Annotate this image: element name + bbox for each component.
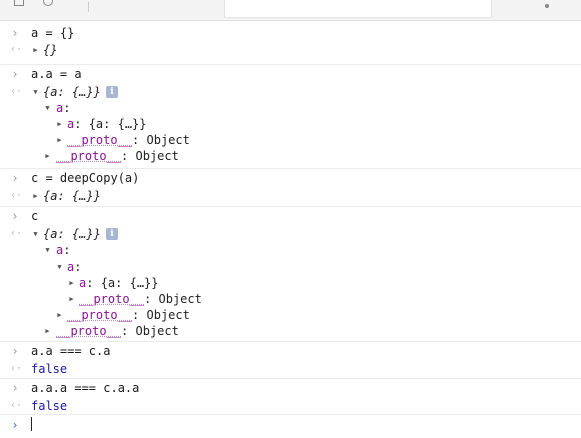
input-prompt-icon: › — [11, 171, 19, 185]
console-input-entry: › c = deepCopy(a) — [0, 168, 581, 186]
tree-node[interactable]: ▼ a: — [0, 100, 581, 116]
expand-arrow-icon[interactable]: ▶ — [67, 275, 76, 291]
clear-console-icon[interactable] — [43, 0, 53, 6]
boolean-result: false — [31, 362, 68, 376]
property-separator: : — [74, 260, 82, 274]
expand-arrow-icon[interactable]: ▶ — [55, 132, 64, 148]
tree-node[interactable]: ▼ a: — [0, 242, 581, 258]
console-input-entry: › c — [0, 206, 581, 224]
input-code: a.a.a === c.a.a — [31, 381, 140, 395]
expand-arrow-icon[interactable]: ▶ — [31, 42, 40, 58]
proto-key: __proto__ — [56, 149, 122, 163]
input-prompt-icon: › — [11, 67, 19, 81]
expand-arrow-icon[interactable]: ▶ — [67, 291, 76, 307]
proto-key: __proto__ — [67, 133, 133, 147]
console-input-entry: › a.a === c.a — [0, 341, 581, 359]
expand-arrow-icon[interactable]: ▶ — [43, 148, 52, 164]
console-prompt[interactable]: › — [0, 414, 581, 438]
collapse-arrow-icon[interactable]: ▼ — [31, 226, 40, 242]
proto-key: __proto__ — [56, 324, 122, 338]
console-toolbar — [0, 0, 581, 21]
filter-input[interactable] — [224, 0, 492, 18]
property-value: Object — [139, 308, 190, 322]
input-prompt-icon: › — [11, 381, 19, 395]
input-code: a.a = a — [31, 67, 82, 81]
console-input-entry: › a.a = a — [0, 64, 581, 82]
info-icon[interactable]: i — [106, 86, 118, 98]
input-prompt-icon: › — [11, 26, 19, 40]
tree-node[interactable]: ▶ __proto__: Object — [0, 307, 581, 323]
tree-node[interactable]: ▶ __proto__: Object — [0, 323, 581, 339]
tree-node[interactable]: ▶ __proto__: Object — [0, 148, 581, 164]
object-preview[interactable]: {a: {…}} — [43, 84, 101, 100]
result-marker-icon: ‹· — [10, 363, 23, 374]
toolbar-divider — [88, 2, 89, 12]
console-result-entry: ‹· ▶ {} — [0, 41, 581, 60]
tree-node[interactable]: ▶ a: {a: {…}} — [0, 275, 581, 291]
tree-node[interactable]: ▶ a: {a: {…}} — [0, 116, 581, 132]
console-input-entry: › a = {} — [0, 24, 581, 41]
expand-arrow-icon[interactable]: ▶ — [55, 116, 64, 132]
tree-node[interactable]: ▶ __proto__: Object — [0, 291, 581, 307]
console-result-entry: ‹· ▼ {a: {…}} i ▼ a: ▼ a: ▶ a: {a: {…}} … — [0, 224, 581, 341]
property-value: {a: {…}} — [93, 276, 159, 290]
input-prompt-icon: › — [11, 344, 19, 358]
proto-key: __proto__ — [79, 292, 145, 306]
property-value: Object — [151, 292, 202, 306]
input-code: c — [31, 209, 39, 223]
collapse-arrow-icon[interactable]: ▼ — [43, 100, 52, 116]
input-code: c = deepCopy(a) — [31, 171, 140, 185]
property-value: {a: {…}} — [81, 117, 147, 131]
expand-arrow-icon[interactable]: ▶ — [43, 323, 52, 339]
property-value: Object — [128, 324, 179, 338]
tree-node[interactable]: ▼ a: — [0, 259, 581, 275]
property-value: Object — [139, 133, 190, 147]
result-marker-icon: ‹· — [10, 228, 23, 239]
result-marker-icon: ‹· — [10, 86, 23, 97]
info-icon[interactable]: i — [106, 228, 118, 240]
input-prompt-icon: › — [11, 209, 19, 223]
collapse-arrow-icon[interactable]: ▼ — [43, 242, 52, 258]
result-marker-icon: ‹· — [10, 190, 23, 201]
object-preview[interactable]: {} — [43, 42, 57, 58]
input-code: a.a === c.a — [31, 344, 111, 358]
console-result-entry: ‹· ▼ {a: {…}} i ▼ a: ▶ a: {a: {…}} ▶ __p… — [0, 82, 581, 168]
input-code: a = {} — [31, 26, 75, 40]
collapse-arrow-icon[interactable]: ▼ — [31, 84, 40, 100]
input-prompt-icon: › — [11, 418, 19, 432]
result-marker-icon: ‹· — [10, 400, 23, 411]
collapse-arrow-icon[interactable]: ▼ — [55, 259, 64, 275]
result-marker-icon: ‹· — [10, 44, 23, 55]
property-value: Object — [128, 149, 179, 163]
object-preview[interactable]: {a: {…}} — [43, 188, 101, 204]
console-result-entry: ‹· ▶ {a: {…}} — [0, 186, 581, 206]
panel-icon[interactable] — [14, 0, 24, 6]
console-result-entry: ‹· false — [0, 359, 581, 378]
expand-arrow-icon[interactable]: ▶ — [31, 188, 40, 204]
expand-arrow-icon[interactable]: ▶ — [55, 307, 64, 323]
tree-node[interactable]: ▶ __proto__: Object — [0, 132, 581, 148]
property-separator: : — [63, 243, 71, 257]
console-result-entry: ‹· false — [0, 396, 581, 414]
console-input-entry: › a.a.a === c.a.a — [0, 378, 581, 396]
boolean-result: false — [31, 399, 68, 413]
property-separator: : — [63, 101, 71, 115]
object-preview[interactable]: {a: {…}} — [43, 226, 101, 242]
text-caret — [31, 417, 32, 431]
settings-icon[interactable] — [545, 4, 549, 8]
proto-key: __proto__ — [67, 308, 133, 322]
